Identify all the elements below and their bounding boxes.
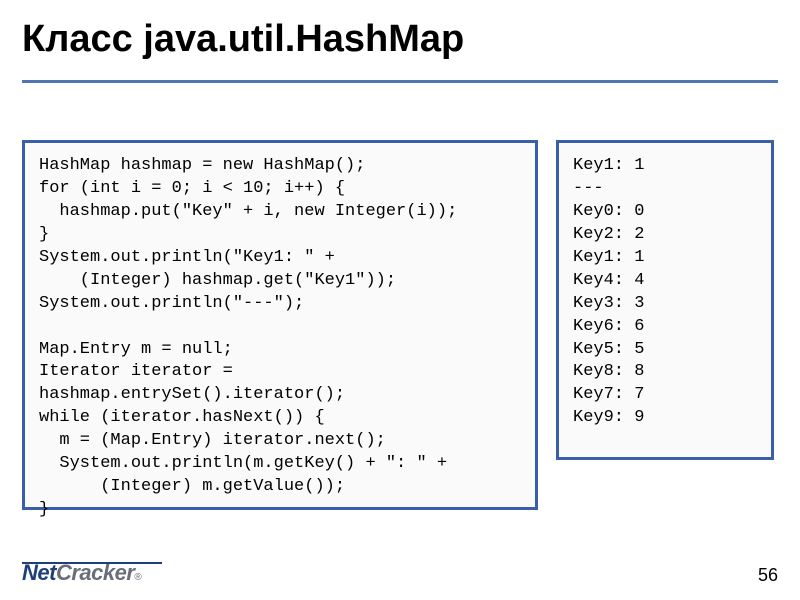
logo-registered-icon: ® <box>134 572 141 583</box>
code-block-left: HashMap hashmap = new HashMap(); for (in… <box>22 140 538 510</box>
content-row: HashMap hashmap = new HashMap(); for (in… <box>22 140 774 510</box>
title-divider <box>22 80 778 83</box>
output-block-right: Key1: 1 --- Key0: 0 Key2: 2 Key1: 1 Key4… <box>556 140 774 460</box>
logo-text-net: Net <box>22 560 56 586</box>
logo-text-cracker: Cracker <box>56 560 134 586</box>
slide-title: Класс java.util.HashMap <box>22 18 464 61</box>
footer: NetCracker® 56 <box>0 548 800 592</box>
slide-number: 56 <box>758 565 778 586</box>
netcracker-logo: NetCracker® <box>22 560 142 586</box>
